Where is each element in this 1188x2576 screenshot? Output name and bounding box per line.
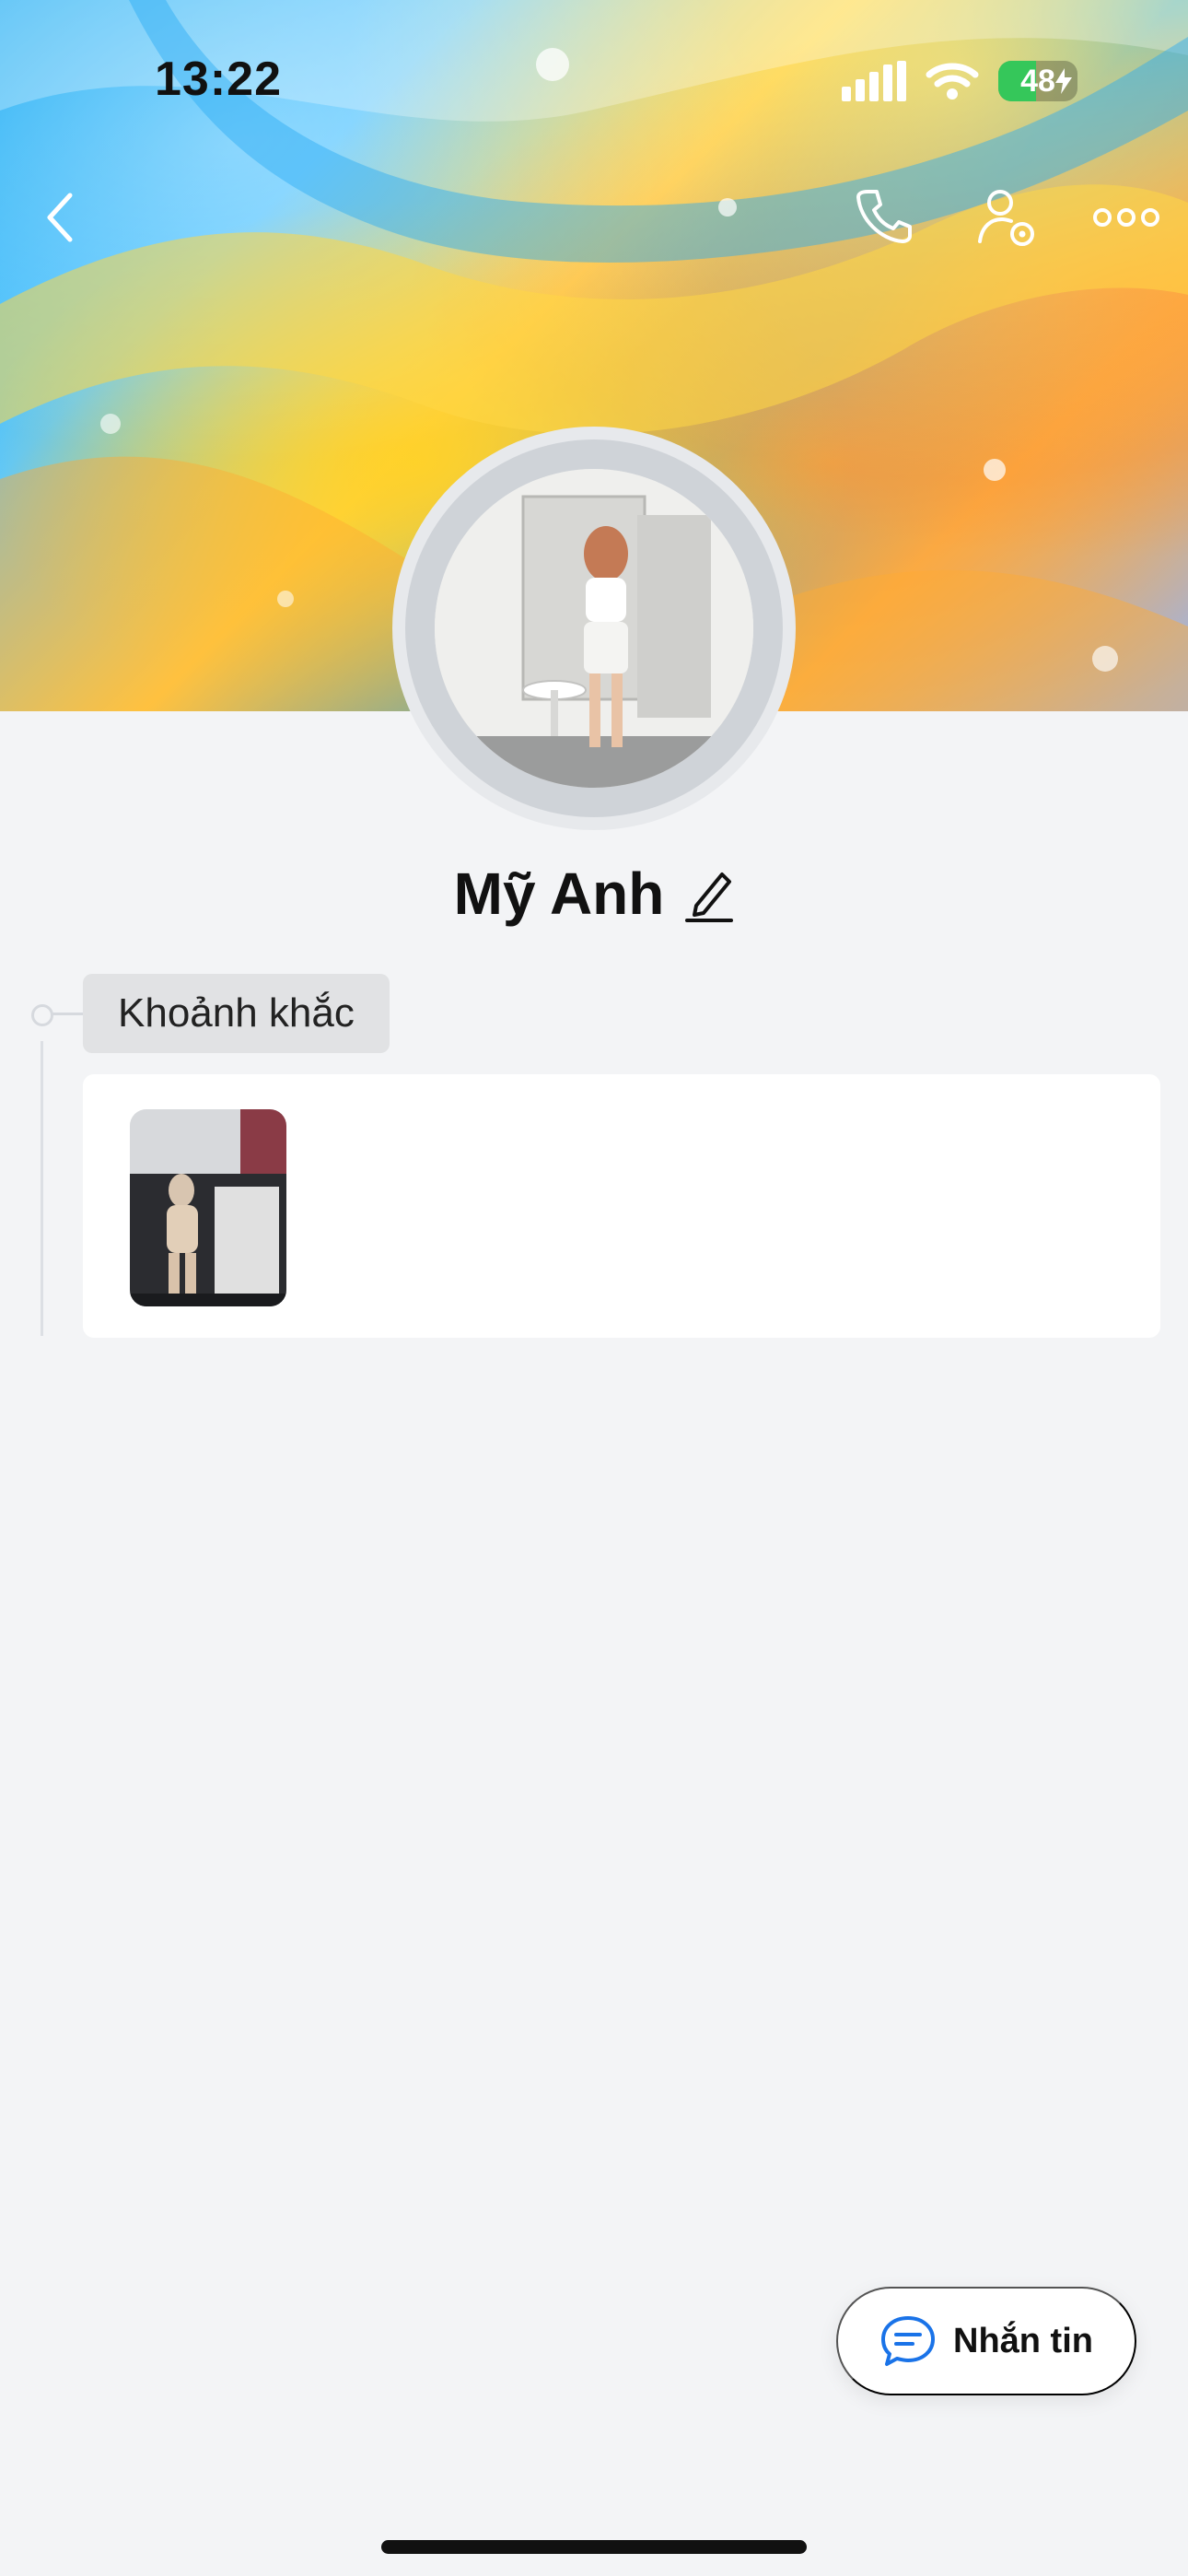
more-horizontal-icon <box>1093 208 1159 227</box>
profile-name: Mỹ Anh <box>453 861 665 927</box>
timeline-line <box>41 1041 43 1336</box>
moments-section-label: Khoảnh khắc <box>83 974 390 1053</box>
profile-name-row: Mỹ Anh <box>0 857 1188 931</box>
cellular-signal-icon <box>842 61 906 101</box>
more-button[interactable] <box>1092 190 1160 245</box>
lightning-icon <box>1055 68 1072 94</box>
message-button[interactable]: Nhắn tin <box>836 2287 1136 2395</box>
back-button[interactable] <box>33 181 88 254</box>
moment-thumbnail[interactable] <box>130 1109 286 1306</box>
home-indicator <box>381 2540 807 2554</box>
profile-settings-button[interactable] <box>971 181 1044 254</box>
user-gear-icon <box>978 190 1034 246</box>
moment-photo <box>130 1109 286 1306</box>
pencil-icon <box>685 872 734 922</box>
avatar-photo <box>435 469 753 788</box>
message-button-label: Nhắn tin <box>953 2321 1093 2360</box>
edit-name-button[interactable] <box>684 864 734 923</box>
timeline-dot <box>31 1004 53 1026</box>
status-bar: 13:22 48 <box>0 0 1188 157</box>
call-button[interactable] <box>849 181 919 251</box>
timeline-connector <box>52 1013 83 1015</box>
chevron-left-icon <box>47 193 73 242</box>
phone-icon <box>856 190 912 243</box>
chat-bubble-icon <box>881 2316 935 2366</box>
avatar[interactable] <box>435 469 753 788</box>
wifi-icon <box>926 63 979 100</box>
moments-card <box>83 1074 1160 1338</box>
status-time: 13:22 <box>155 53 282 106</box>
